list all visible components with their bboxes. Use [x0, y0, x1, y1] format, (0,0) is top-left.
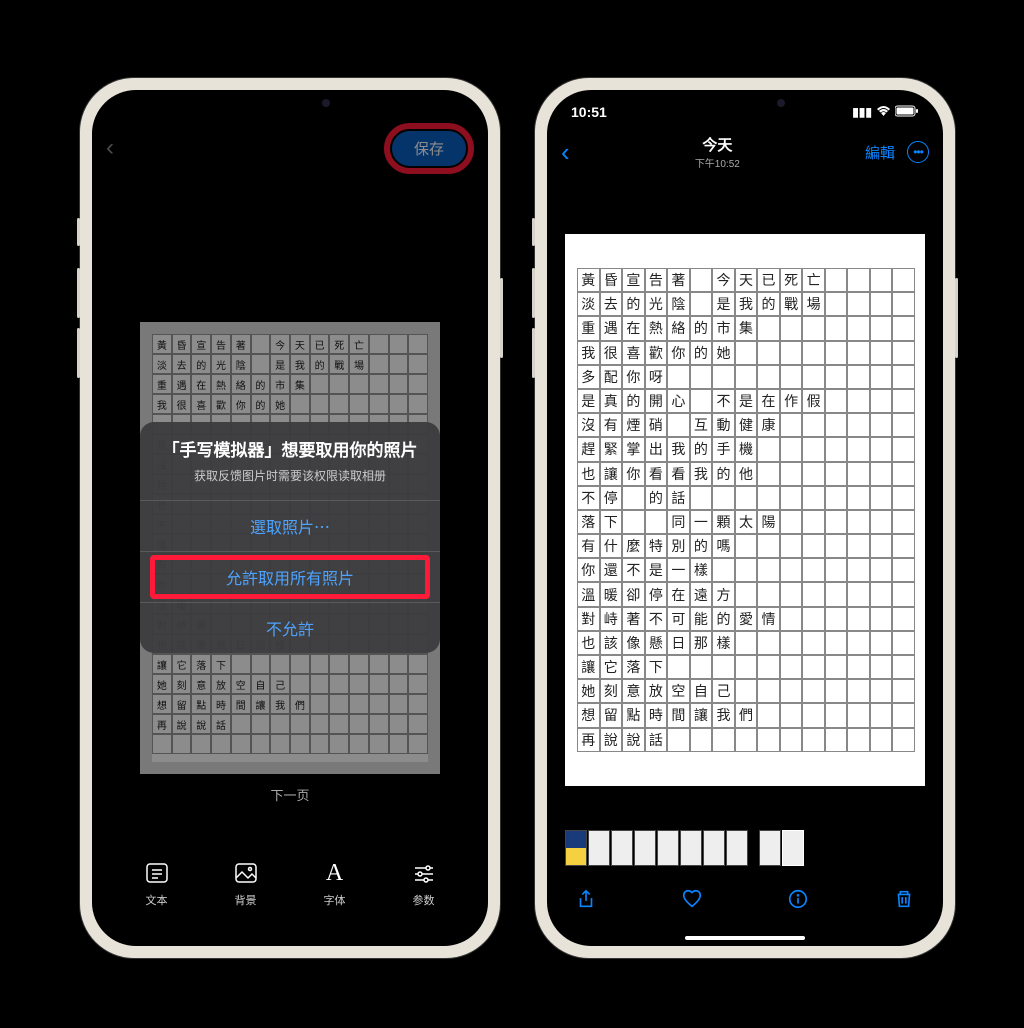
volume-up[interactable]	[532, 268, 535, 318]
wifi-icon	[876, 105, 891, 120]
mute-switch[interactable]	[77, 218, 80, 246]
thumbnail[interactable]	[565, 830, 587, 866]
tab-label: 字体	[324, 892, 346, 908]
photo-toolbar	[547, 882, 943, 922]
tab-params[interactable]: 参数	[379, 860, 468, 928]
tab-background[interactable]: 背景	[201, 860, 290, 928]
alert-title: 「手写模拟器」想要取用你的照片	[140, 422, 440, 467]
tab-label: 参数	[413, 892, 435, 908]
home-indicator[interactable]	[685, 936, 805, 940]
bottom-tabbar: 文本 背景 A 字体 参数	[92, 860, 488, 928]
thumbnail-selected[interactable]	[782, 830, 804, 866]
thumbnail[interactable]	[657, 830, 679, 866]
thumbnail[interactable]	[611, 830, 633, 866]
back-button[interactable]: ‹	[561, 137, 570, 168]
photos-navbar: ‹ 今天 下午10:52 編輯 •••	[547, 130, 943, 174]
thumbnail[interactable]	[588, 830, 610, 866]
volume-down[interactable]	[77, 328, 80, 378]
title-main: 今天	[695, 134, 740, 155]
sliders-icon	[412, 860, 436, 886]
text-icon	[145, 860, 169, 886]
tab-label: 背景	[235, 892, 257, 908]
thumbnail-strip[interactable]	[565, 830, 804, 866]
more-button[interactable]: •••	[907, 141, 929, 163]
share-button[interactable]	[575, 888, 597, 916]
notch	[665, 90, 825, 116]
status-time: 10:51	[571, 104, 607, 120]
nav-title: 今天 下午10:52	[695, 134, 740, 170]
alert-allow-all[interactable]: 允許取用所有照片	[140, 551, 440, 602]
thumbnail[interactable]	[726, 830, 748, 866]
photo-viewer[interactable]: 黃昏宣告著今天已死亡淡去的光陰是我的戰場重遇在熱絡的市集我很喜歡你的她多配你呀是…	[565, 234, 925, 786]
delete-button[interactable]	[893, 888, 915, 916]
title-sub: 下午10:52	[695, 155, 740, 170]
alert-deny[interactable]: 不允許	[140, 602, 440, 653]
tab-font[interactable]: A 字体	[290, 860, 379, 928]
tab-label: 文本	[146, 892, 168, 908]
image-icon	[234, 860, 258, 886]
thumbnail[interactable]	[703, 830, 725, 866]
thumbnail[interactable]	[759, 830, 781, 866]
power-button[interactable]	[500, 278, 503, 358]
tab-text[interactable]: 文本	[112, 860, 201, 928]
alert-select-photos[interactable]: 選取照片⋯	[140, 500, 440, 551]
signal-icon: ▮▮▮	[852, 105, 872, 119]
edit-button[interactable]: 編輯	[865, 142, 895, 163]
info-button[interactable]	[787, 888, 809, 916]
favorite-button[interactable]	[681, 888, 703, 916]
volume-down[interactable]	[532, 328, 535, 378]
mute-switch[interactable]	[532, 218, 535, 246]
battery-icon	[895, 105, 919, 120]
alert-message: 获取反馈图片时需要该权限读取相册	[140, 467, 440, 500]
phone-frame-right: 10:51 ▮▮▮ ‹ 今天 下午10:52 編輯 •••	[535, 78, 955, 958]
photo-permission-alert: 「手写模拟器」想要取用你的照片 获取反馈图片时需要该权限读取相册 選取照片⋯ 允…	[140, 422, 440, 653]
thumbnail[interactable]	[680, 830, 702, 866]
volume-up[interactable]	[77, 268, 80, 318]
pager-label: 下一页	[92, 785, 488, 804]
status-icons: ▮▮▮	[852, 105, 919, 120]
thumbnail[interactable]	[634, 830, 656, 866]
handwriting-grid: 黃昏宣告著今天已死亡淡去的光陰是我的戰場重遇在熱絡的市集我很喜歡你的她多配你呀是…	[577, 268, 915, 776]
power-button[interactable]	[955, 278, 958, 358]
phone-frame-left: ‹ 保存 黃昏宣告著今天已死亡淡去的光陰是我的戰場重遇在熱絡的市集我很喜歡你的她…	[80, 78, 500, 958]
font-icon: A	[326, 860, 343, 886]
notch	[210, 90, 370, 116]
